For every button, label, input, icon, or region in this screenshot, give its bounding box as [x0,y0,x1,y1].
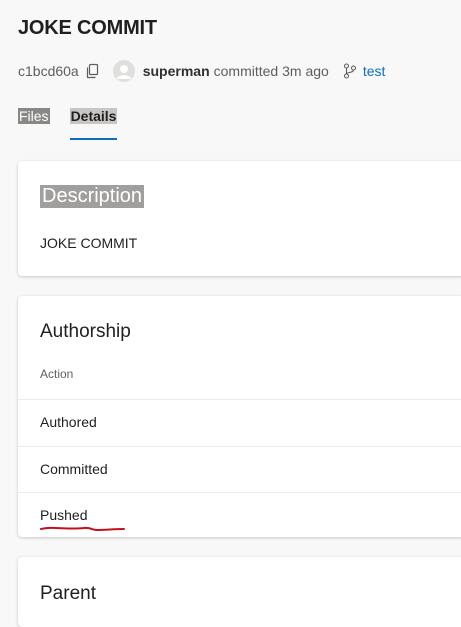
commit-meta: c1bcd60a superman committed 3m ago test [18,60,385,82]
description-card: Description JOKE COMMIT [18,161,461,276]
authorship-heading: Authorship [40,321,131,342]
parent-heading: Parent [40,583,96,604]
commit-title: JOKE COMMIT [18,17,157,39]
avatar-icon [112,60,135,82]
row-label-authored: Authored [40,414,97,430]
parent-card: Parent [18,557,461,627]
row-label-pushed: Pushed [40,507,88,523]
copy-icon[interactable] [85,63,101,79]
avatar [112,60,135,82]
description-text: JOKE COMMIT [40,235,138,251]
commit-time: committed 3m ago [213,63,329,79]
red-underline-annotation [40,526,125,532]
branch-icon [343,63,357,79]
description-heading: Description [40,185,145,208]
column-header-action[interactable]: Action [40,367,73,381]
commit-author[interactable]: superman [143,63,210,79]
row-label-committed: Committed [40,461,108,477]
branch-link[interactable]: test [363,63,386,79]
authorship-card: Authorship Action Authored Committed Pus… [18,296,461,537]
table-row: Committed [18,446,461,493]
table-row: Authored [18,399,461,446]
tab-files[interactable]: Files [18,106,50,142]
tab-details[interactable]: Details [69,106,118,142]
tab-bar: Files Details [18,106,118,142]
commit-hash[interactable]: c1bcd60a [18,63,79,79]
